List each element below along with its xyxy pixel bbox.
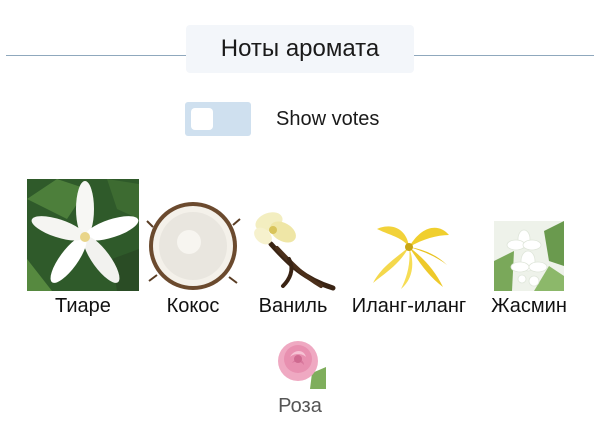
coconut-icon <box>146 202 241 290</box>
note-coconut[interactable]: Кокос <box>143 197 243 317</box>
rose-icon <box>278 341 326 389</box>
tiare-flower-icon <box>27 179 139 291</box>
note-label: Жасмин <box>491 295 567 317</box>
vanilla-icon <box>254 212 336 291</box>
note-jasmine[interactable]: Жасмин <box>491 221 567 317</box>
jasmine-icon <box>494 221 564 291</box>
note-vanilla[interactable]: Ваниль <box>249 204 337 317</box>
show-votes-row: Show votes <box>185 102 379 136</box>
note-rose[interactable]: Роза <box>274 337 326 417</box>
note-tiare[interactable]: Тиаре <box>27 179 139 317</box>
toggle-knob <box>191 108 213 130</box>
ylang-ylang-icon <box>373 226 449 289</box>
divider-left <box>6 55 186 56</box>
show-votes-toggle[interactable] <box>185 102 251 136</box>
section-title: Ноты аромата <box>186 25 414 73</box>
divider-right <box>414 55 594 56</box>
note-label: Роза <box>278 395 322 417</box>
note-ylang-ylang[interactable]: Иланг-иланг <box>352 217 466 317</box>
show-votes-label: Show votes <box>276 107 380 130</box>
